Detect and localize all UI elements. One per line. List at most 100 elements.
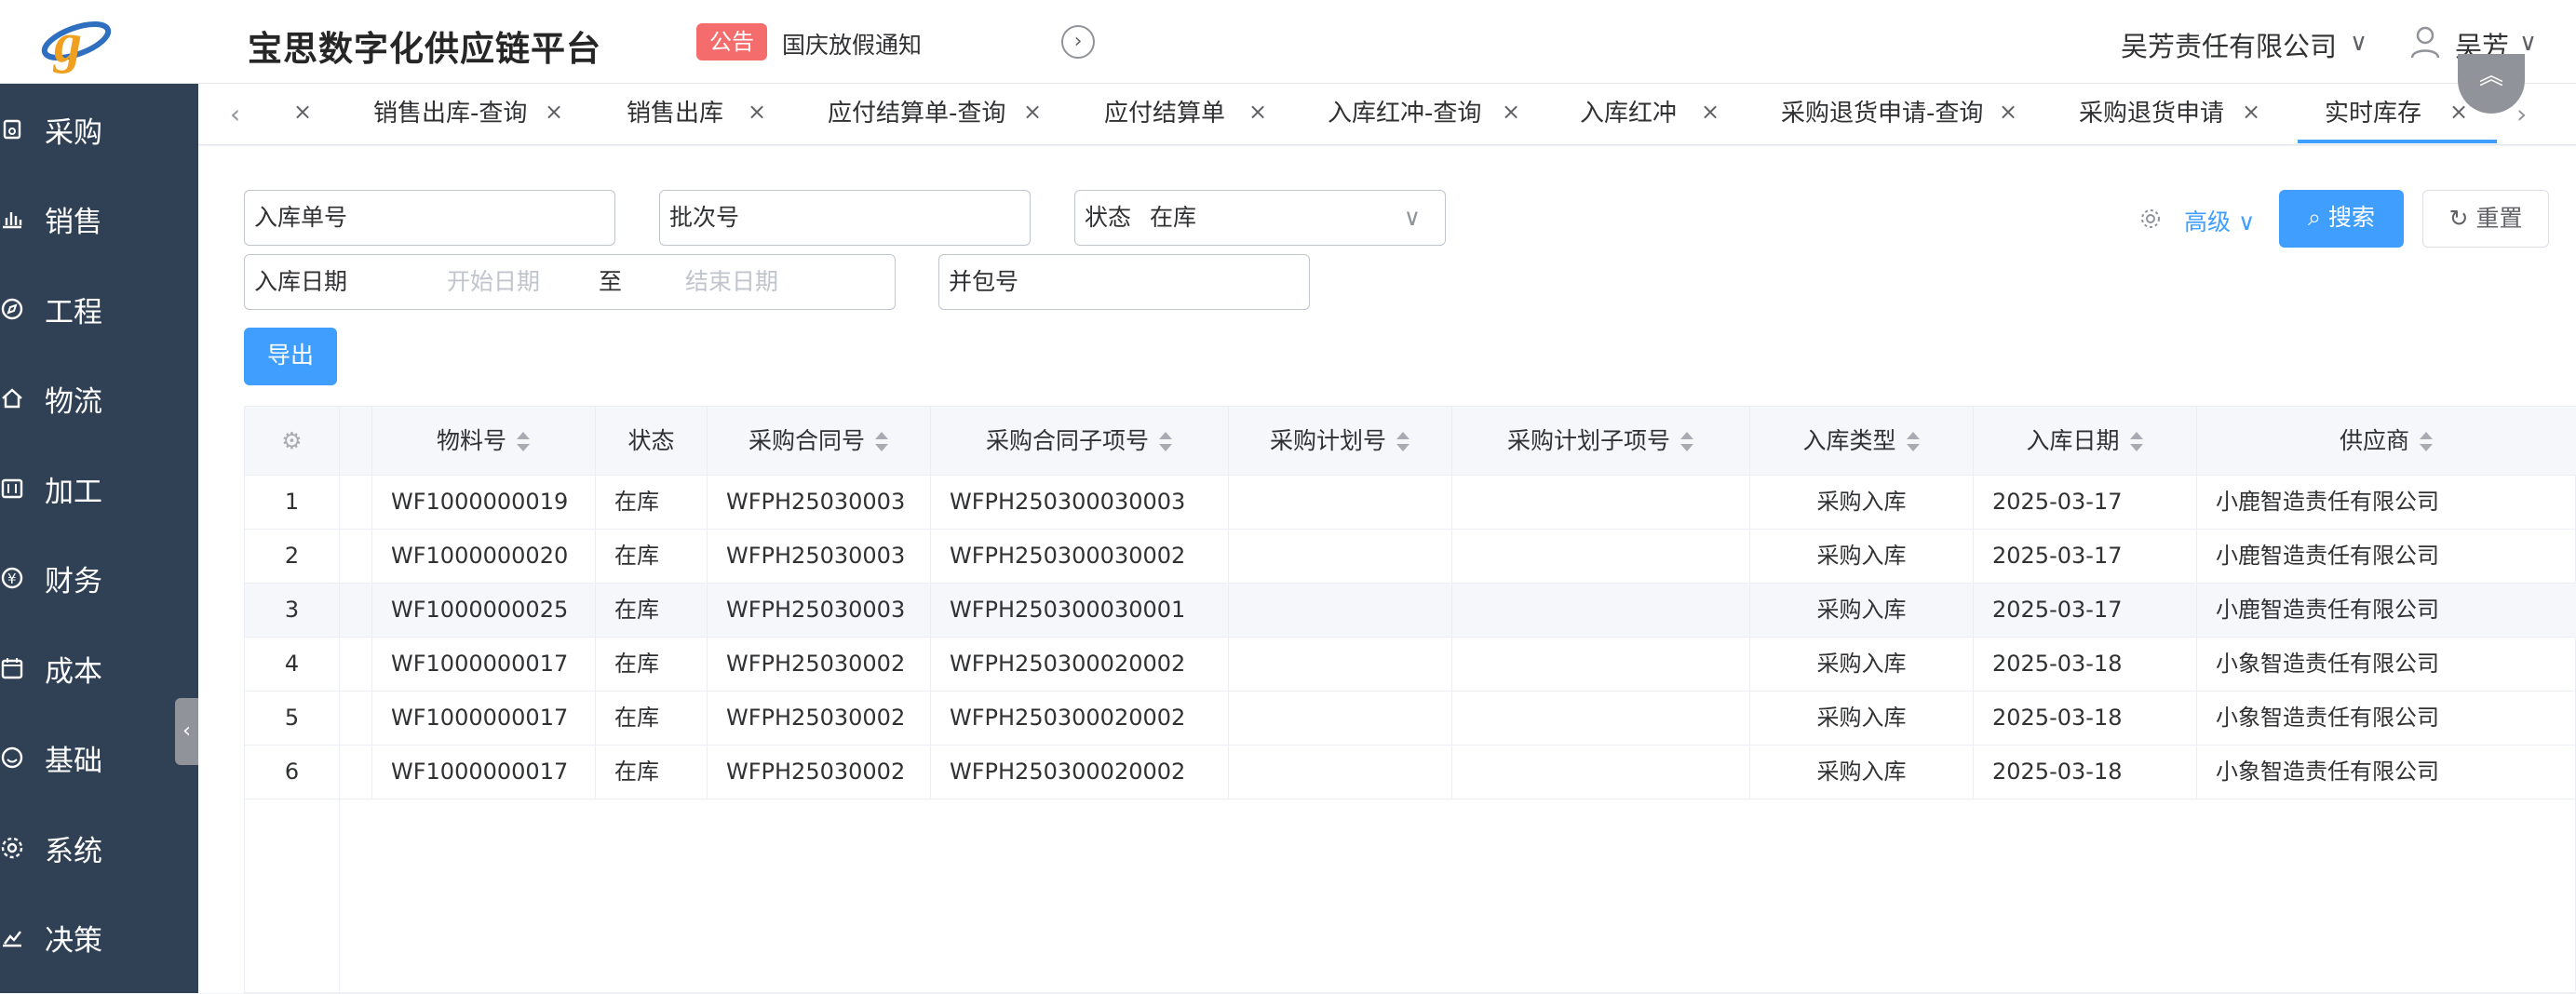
- sort-icon[interactable]: [1679, 430, 1694, 454]
- tab-purchase-return[interactable]: 采购退货申请: [2079, 84, 2224, 143]
- sidebar-item-label: 成本: [45, 654, 102, 689]
- tab-payable-settlement[interactable]: 应付结算单: [1104, 84, 1225, 143]
- close-icon[interactable]: ×: [1248, 84, 1267, 140]
- tab-sales-outbound[interactable]: 销售出库: [627, 84, 723, 143]
- header-plan[interactable]: 采购计划号: [1229, 407, 1452, 476]
- sort-icon[interactable]: [1906, 430, 1921, 454]
- sidebar: 采购 销售 工程 物流 加工 ¥ 财务 成本 基础 系统 决策 ‹: [0, 84, 198, 993]
- bundle-no-field[interactable]: 并包号: [938, 254, 1310, 310]
- close-icon[interactable]: ×: [293, 84, 312, 140]
- tab-inbound-reversal[interactable]: 入库红冲: [1580, 84, 1677, 143]
- close-icon[interactable]: ×: [1999, 84, 2017, 140]
- inbound-date-range[interactable]: 入库日期 开始日期 至 结束日期: [244, 254, 896, 310]
- inventory-table: ⚙ 物料号 状态 采购合同号 采购合同子项号 采购计划号 采购计划子项号 入库类…: [244, 406, 2576, 994]
- header-contract[interactable]: 采购合同号: [708, 407, 931, 476]
- tab-payable-settlement-query[interactable]: 应付结算单-查询: [828, 84, 1005, 143]
- header-contract-item[interactable]: 采购合同子项号: [931, 407, 1229, 476]
- cell-plan-item: [1452, 530, 1750, 584]
- selection-header: [340, 407, 372, 476]
- tab-realtime-inventory[interactable]: 实时库存: [2325, 84, 2421, 143]
- table-row[interactable]: 4 WF1000000017 在库 WFPH25030002 WFPH25030…: [245, 638, 2576, 692]
- tabs-scroll-right-icon[interactable]: ›: [2516, 99, 2527, 129]
- header-plan-item[interactable]: 采购计划子项号: [1452, 407, 1750, 476]
- receipt-no-label: 入库单号: [254, 204, 348, 231]
- row-select: [340, 638, 372, 692]
- cell-date: 2025-03-17: [1974, 476, 2197, 530]
- cell-contract: WFPH25030002: [708, 746, 931, 799]
- sidebar-item-purchase[interactable]: 采购: [0, 101, 198, 157]
- date-separator: 至: [599, 268, 623, 295]
- table-row[interactable]: 5 WF1000000017 在库 WFPH25030002 WFPH25030…: [245, 692, 2576, 746]
- close-icon[interactable]: ×: [1502, 84, 1520, 140]
- sort-icon[interactable]: [874, 430, 889, 454]
- sort-icon[interactable]: [2129, 430, 2144, 454]
- sort-icon[interactable]: [2419, 430, 2434, 454]
- status-select[interactable]: 状态 在库 ∨: [1074, 190, 1446, 246]
- header-material[interactable]: 物料号: [372, 407, 596, 476]
- advanced-toggle[interactable]: 高级 ∨: [2184, 204, 2255, 237]
- settings-icon[interactable]: [2139, 208, 2162, 230]
- sidebar-item-basic[interactable]: 基础: [0, 730, 198, 786]
- user-icon[interactable]: [2409, 24, 2441, 60]
- column-settings-header[interactable]: ⚙: [245, 407, 340, 476]
- close-icon[interactable]: ×: [2242, 84, 2260, 140]
- table-row[interactable]: 1 WF1000000019 在库 WFPH25030003 WFPH25030…: [245, 476, 2576, 530]
- tabs-bar: ‹ × 销售出库-查询 × 销售出库 × 应付结算单-查询 × 应付结算单 × …: [198, 84, 2576, 145]
- close-icon[interactable]: ×: [1023, 84, 1042, 140]
- sidebar-collapse-button[interactable]: ‹: [175, 698, 198, 765]
- tab-sales-outbound-query[interactable]: 销售出库-查询: [373, 84, 527, 143]
- sort-icon[interactable]: [1396, 430, 1410, 454]
- reset-button[interactable]: ↻ 重置: [2422, 190, 2549, 248]
- sidebar-item-decision[interactable]: 决策: [0, 909, 198, 965]
- notice-next-button[interactable]: ›: [1061, 25, 1095, 59]
- chevron-down-icon[interactable]: ∨: [2350, 29, 2367, 57]
- batch-no-field[interactable]: 批次号: [659, 190, 1031, 246]
- sidebar-item-system[interactable]: 系统: [0, 820, 198, 876]
- sort-icon[interactable]: [1158, 430, 1173, 454]
- purchase-icon: [3, 119, 21, 140]
- end-date-input[interactable]: 结束日期: [685, 255, 778, 309]
- top-bar: g 宝思数字化供应链平台 公告 国庆放假通知 › 吴芳责任有限公司 ∨ 吴芳 ∨: [0, 0, 2576, 84]
- smile-icon: [1, 746, 23, 769]
- sidebar-item-engineering[interactable]: 工程: [0, 281, 198, 337]
- sidebar-item-cost[interactable]: 成本: [0, 640, 198, 696]
- close-icon[interactable]: ×: [748, 84, 766, 140]
- table-row[interactable]: 2 WF1000000020 在库 WFPH25030003 WFPH25030…: [245, 530, 2576, 584]
- sidebar-item-logistics[interactable]: 物流: [0, 370, 198, 426]
- cell-plan-item: [1452, 746, 1750, 799]
- close-icon[interactable]: ×: [545, 84, 563, 140]
- header-inbound-type[interactable]: 入库类型: [1750, 407, 1974, 476]
- export-button[interactable]: 导出: [244, 328, 337, 385]
- tabs-scroll-left-icon[interactable]: ‹: [230, 99, 240, 129]
- cell-plan: [1229, 584, 1452, 638]
- yen-icon: ¥: [1, 567, 23, 589]
- company-selector[interactable]: 吴芳责任有限公司: [2121, 25, 2337, 64]
- cell-supplier: 小鹿智造责任有限公司: [2216, 489, 2439, 515]
- header-supplier[interactable]: 供应商: [2197, 407, 2576, 476]
- status-value: 在库: [1150, 204, 1197, 231]
- notice-text[interactable]: 国庆放假通知: [782, 27, 922, 60]
- receipt-no-field[interactable]: 入库单号: [244, 190, 615, 246]
- sidebar-item-label: 销售: [45, 205, 102, 239]
- header-inbound-date[interactable]: 入库日期: [1974, 407, 2197, 476]
- sidebar-item-processing[interactable]: 加工: [0, 461, 198, 517]
- sidebar-item-label: 基础: [45, 744, 102, 778]
- sidebar-item-finance[interactable]: ¥ 财务: [0, 550, 198, 606]
- inbound-date-label: 入库日期: [254, 268, 348, 295]
- cell-material: WF1000000020: [372, 530, 596, 584]
- header-label: 状态: [627, 427, 675, 454]
- cell-status: 在库: [596, 530, 708, 584]
- tab-inbound-reversal-query[interactable]: 入库红冲-查询: [1328, 84, 1481, 143]
- gear-icon[interactable]: ⚙: [281, 427, 302, 454]
- cell-material: WF1000000025: [372, 584, 596, 638]
- start-date-input[interactable]: 开始日期: [447, 255, 540, 309]
- sidebar-item-sales[interactable]: 销售: [0, 191, 198, 247]
- chevron-down-icon[interactable]: ∨: [2519, 29, 2537, 57]
- table-row[interactable]: 3 WF1000000025 在库 WFPH25030003 WFPH25030…: [245, 584, 2576, 638]
- search-button[interactable]: ⌕ 搜索: [2279, 190, 2404, 248]
- tab-purchase-return-query[interactable]: 采购退货申请-查询: [1781, 84, 1983, 143]
- table-row[interactable]: 6 WF1000000017 在库 WFPH25030002 WFPH25030…: [245, 746, 2576, 799]
- sort-icon[interactable]: [516, 430, 531, 454]
- close-icon[interactable]: ×: [1701, 84, 1720, 140]
- header-label: 采购计划号: [1269, 427, 1386, 454]
